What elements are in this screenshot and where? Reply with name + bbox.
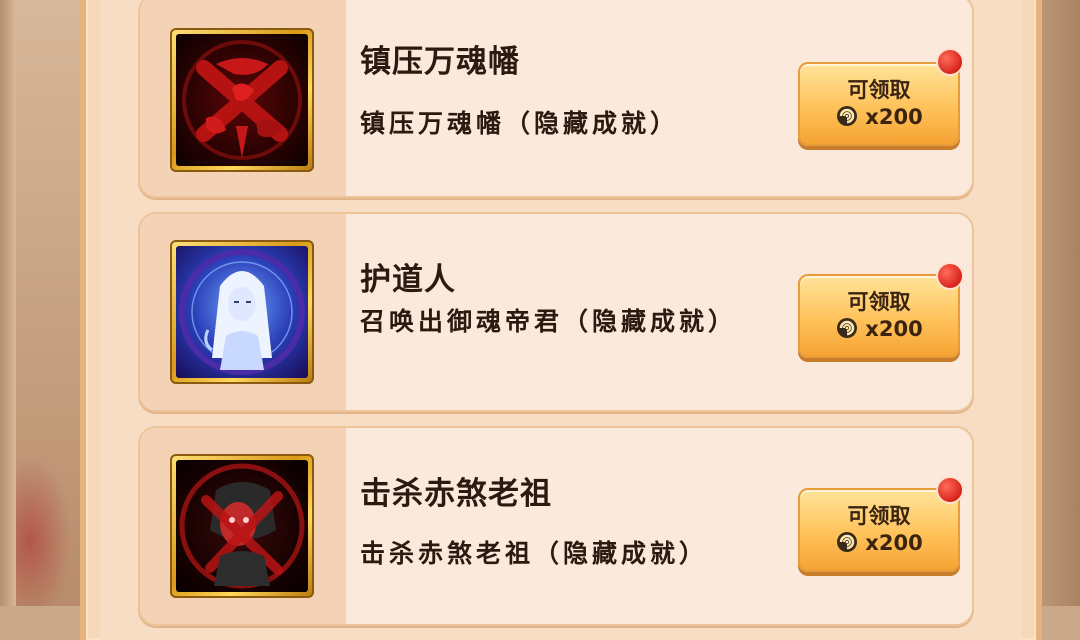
white-haired-immortal-portrait: [176, 246, 308, 378]
achievement-title: 护道人: [360, 262, 456, 298]
reward-amount: x200: [800, 316, 958, 341]
notification-dot: [936, 48, 964, 76]
notification-dot: [936, 262, 964, 290]
spirit-coin-icon: [837, 318, 858, 338]
spirit-coin-icon: [837, 106, 858, 126]
achievement-icon-frame: [170, 454, 314, 598]
red-demon-portrait: [176, 460, 308, 592]
reward-count: x200: [865, 105, 923, 129]
reward-count: x200: [865, 531, 923, 555]
achievement-card: 护道人 召唤出御魂帝君（隐藏成就） 可领取 x200: [138, 212, 974, 412]
reward-amount: x200: [800, 530, 958, 555]
achievement-icon-frame: [170, 240, 314, 384]
achievement-icon-frame: [170, 28, 314, 172]
reward-count: x200: [865, 317, 923, 341]
achievement-title: 击杀赤煞老祖: [360, 476, 552, 512]
achievement-description: 召唤出御魂帝君（隐藏成就）: [360, 307, 738, 336]
spirit-coin-icon: [837, 532, 858, 552]
claim-button-label: 可领取: [847, 290, 911, 314]
claim-button[interactable]: 可领取 x200: [798, 274, 960, 358]
achievement-title: 镇压万魂幡: [360, 44, 520, 80]
reward-amount: x200: [800, 104, 958, 129]
notification-dot: [936, 476, 964, 504]
claim-button[interactable]: 可领取 x200: [798, 62, 960, 146]
cursed-banner-icon: [176, 34, 308, 166]
claim-button-label: 可领取: [847, 504, 911, 528]
background-left-edge: [0, 0, 16, 606]
claim-button-label: 可领取: [847, 78, 911, 102]
achievement-card: 击杀赤煞老祖 击杀赤煞老祖（隐藏成就） 可领取 x200: [138, 426, 974, 626]
claim-button[interactable]: 可领取 x200: [798, 488, 960, 572]
achievement-card: 镇压万魂幡 镇压万魂幡（隐藏成就） 可领取 x200: [138, 0, 974, 198]
